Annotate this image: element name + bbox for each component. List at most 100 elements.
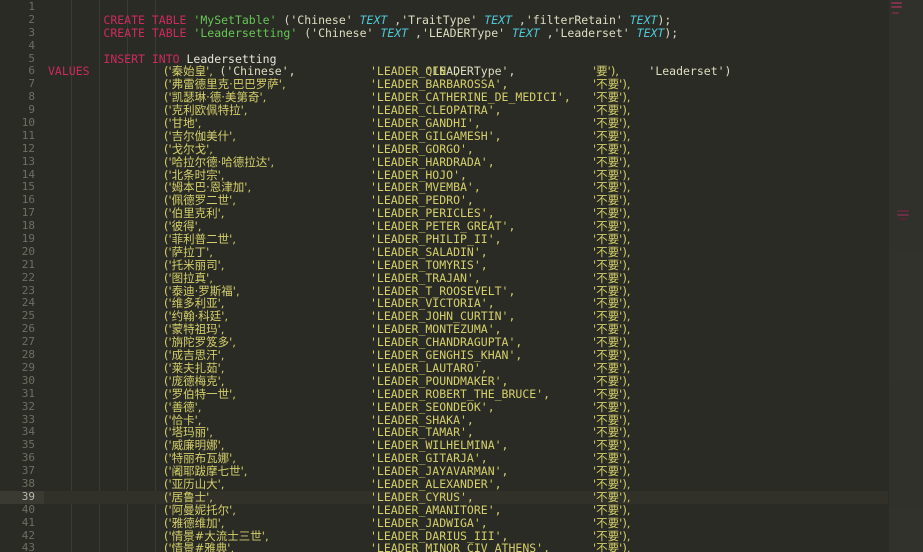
code-line-data-row[interactable]: ('吉尔伽美什', 'LEADER_GILGAMESH', '不要'), [44, 128, 923, 143]
leader-set-flag: '不要'), [593, 232, 631, 247]
leader-set-flag: '不要'), [593, 180, 631, 195]
sql-keyword-values: VALUES [48, 64, 90, 79]
leader-set-flag: '不要'), [593, 141, 631, 156]
line-number[interactable]: 31 [0, 387, 44, 401]
code-line-data-row[interactable]: ('居鲁士', 'LEADER_CYRUS', '不要'), [44, 489, 923, 504]
code-line-data-row[interactable]: ('善德', 'LEADER_SEONDEOK', '不要'), [44, 400, 923, 414]
leader-type-key: 'LEADER_ALEXANDER', [370, 476, 502, 491]
leader-set-flag: '不要'), [593, 90, 631, 105]
leader-set-flag: '不要'), [593, 322, 631, 337]
leader-type-key: 'LEADER_JADWIGA', [370, 515, 488, 530]
leader-set-flag: '不要'), [593, 412, 631, 427]
leader-type-key: 'LEADER_GILGAMESH', [370, 128, 502, 143]
code-line-blank[interactable] [44, 27, 923, 40]
leader-set-flag: '不要'), [593, 489, 631, 504]
line-number-gutter: 1 2 3 4 5 6 7 8 9 10 11 12 13 14 15 16 17 18 19 20 21 22 23 24 2… [0, 0, 44, 552]
line-number[interactable]: 29 [0, 361, 44, 375]
line-number[interactable]: 32 [0, 400, 44, 414]
code-line-data-row[interactable]: ('亚历山大', 'LEADER_ALEXANDER', '不要'), [44, 478, 923, 491]
leader-chinese-name: ('甘地', [164, 116, 202, 131]
code-line-data-row[interactable]: ('菲利普二世', 'LEADER_PHILIP_II', '不要'), [44, 233, 923, 246]
leader-set-flag: '不要'), [593, 309, 631, 324]
code-line-data-row[interactable]: ('阿曼妮托尔', 'LEADER_AMANITORE', '不要'), [44, 502, 923, 517]
code-line-data-row[interactable]: ('图拉真', 'LEADER_TRAJAN', '不要'), [44, 270, 923, 285]
leader-chinese-name: ('情景#雅典', [164, 541, 235, 552]
line-number[interactable]: 3 [0, 26, 44, 40]
leader-set-flag: '不要'), [593, 116, 631, 131]
leader-type-key: 'LEADER_TOMYRIS', [370, 257, 488, 272]
line-number[interactable]: 6 [0, 65, 44, 78]
minimap-mark [898, 218, 907, 220]
leader-chinese-name: ('罗伯特一世', [164, 386, 236, 401]
leader-set-flag: '不要'), [593, 360, 631, 375]
line-number[interactable]: 30 [0, 374, 44, 388]
leader-set-flag: '不要'), [593, 257, 631, 272]
leader-set-flag: '不要'), [593, 244, 631, 259]
line-number[interactable]: 2 [0, 13, 44, 27]
code-line-data-row[interactable]: ('庞德梅克', 'LEADER_POUNDMAKER', '不要'), [44, 373, 923, 388]
minimap-mark [897, 210, 909, 212]
code-line-data-row[interactable]: ('托米丽司', 'LEADER_TOMYRIS', '不要'), [44, 257, 923, 272]
leader-set-flag: '不要'), [593, 283, 631, 298]
line-number[interactable]: 7 [0, 77, 44, 91]
line-number[interactable]: 11 [0, 129, 44, 143]
code-line-data-row[interactable]: ('莱夫扎茹', 'LEADER_LAUTARO', '不要'), [44, 360, 923, 375]
minimap-mark [892, 12, 899, 14]
code-line-data-row[interactable]: ('罗伯特一世', 'LEADER_ROBERT_THE_BRUCE', '不要')… [44, 386, 923, 401]
code-line[interactable]: CREATE TABLE 'Leadersetting' ('Chinese' … [44, 14, 923, 39]
leader-set-flag: '不要'), [593, 464, 631, 479]
line-number[interactable]: 1 [0, 0, 44, 14]
minimap-mark [891, 2, 902, 4]
code-content-area[interactable]: CREATE TABLE 'MySetTable' ('Chinese' TEX… [44, 0, 923, 552]
code-line-data-row[interactable]: ('情景#雅典', 'LEADER_MINOR_CIV_ATHENS', '不要')… [44, 542, 923, 552]
leader-type-key: 'LEADER_TRAJAN', [370, 270, 481, 285]
minimap-slider[interactable] [889, 0, 923, 552]
line-number[interactable]: 13 [0, 155, 44, 169]
code-line-data-row[interactable]: ('成吉思汗', 'LEADER_GENGHIS_KHAN', '不要'), [44, 349, 923, 362]
line-number[interactable]: 43 [0, 542, 44, 552]
line-number[interactable]: 19 [0, 232, 44, 246]
code-editor[interactable]: 1 2 3 4 5 6 7 8 9 10 11 12 13 14 15 16 17 18 19 20 21 22 23 24 2… [0, 0, 923, 552]
leader-type-key: 'LEADER_POUNDMAKER', [370, 373, 509, 388]
leader-set-flag: '不要'), [593, 515, 631, 530]
leader-type-key: 'LEADER_MINOR_CIV_ATHENS', [370, 541, 551, 552]
leader-chinese-name: ('托米丽司', [164, 257, 225, 272]
code-line[interactable]: INSERT INTO Leadersetting [44, 40, 923, 65]
line-number[interactable]: 40 [0, 503, 44, 517]
code-line-data-row[interactable]: ('甘地', 'LEADER_GANDHI', '不要'), [44, 117, 923, 130]
leader-type-key: 'LEADER_SALADIN', [370, 244, 488, 259]
leader-chinese-name: ('莱夫扎茹', [164, 360, 225, 375]
code-line-data-row[interactable]: ('萨拉丁', 'LEADER_SALADIN', '不要'), [44, 244, 923, 259]
line-number[interactable]: 12 [0, 142, 44, 156]
line-number[interactable]: 10 [0, 116, 44, 130]
leader-set-flag: '不要'), [593, 296, 631, 311]
line-number[interactable]: 21 [0, 258, 44, 272]
leader-set-flag: '不要'), [593, 541, 631, 552]
leader-chinese-name: ('图拉真', [164, 270, 213, 285]
leader-set-flag: '不要'), [593, 502, 631, 517]
leader-chinese-name: ('庞德梅克', [164, 373, 225, 388]
code-line-data-row[interactable]: ('戈尔戈', 'LEADER_GORGO', '不要'), [44, 141, 923, 156]
code-line-data-row[interactable]: ('雅德维加', 'LEADER_JADWIGA', '不要'), [44, 515, 923, 530]
line-number[interactable]: 4 [0, 39, 44, 53]
leader-type-key: 'LEADER_GORGO', [370, 141, 474, 156]
line-number[interactable]: 39 [0, 490, 44, 504]
line-number[interactable]: 28 [0, 348, 44, 362]
line-number[interactable]: 38 [0, 477, 44, 491]
leader-set-flag: '不要'), [593, 193, 631, 208]
line-number[interactable]: 41 [0, 516, 44, 530]
line-number[interactable]: 22 [0, 271, 44, 285]
line-number[interactable]: 20 [0, 245, 44, 259]
code-line[interactable]: CREATE TABLE 'MySetTable' ('Chinese' TEX… [44, 1, 923, 26]
minimap[interactable] [889, 0, 923, 552]
leader-type-key: 'LEADER_CYRUS', [370, 489, 474, 504]
leader-chinese-name: ('居鲁士', [164, 489, 213, 504]
leader-set-flag: '不要'), [593, 270, 631, 285]
code-line-data-row[interactable]: ('哈拉尔德·哈德拉达', 'LEADER_HARDRADA', '不要'), [44, 155, 923, 169]
leader-set-flag: '不要'), [593, 528, 631, 543]
line-number[interactable]: 8 [0, 90, 44, 104]
leader-set-flag: '不要'), [593, 425, 631, 440]
leader-set-flag: '不要'), [593, 128, 631, 143]
line-number[interactable]: 5 [0, 52, 44, 66]
leader-set-flag: '不要'), [593, 476, 631, 491]
